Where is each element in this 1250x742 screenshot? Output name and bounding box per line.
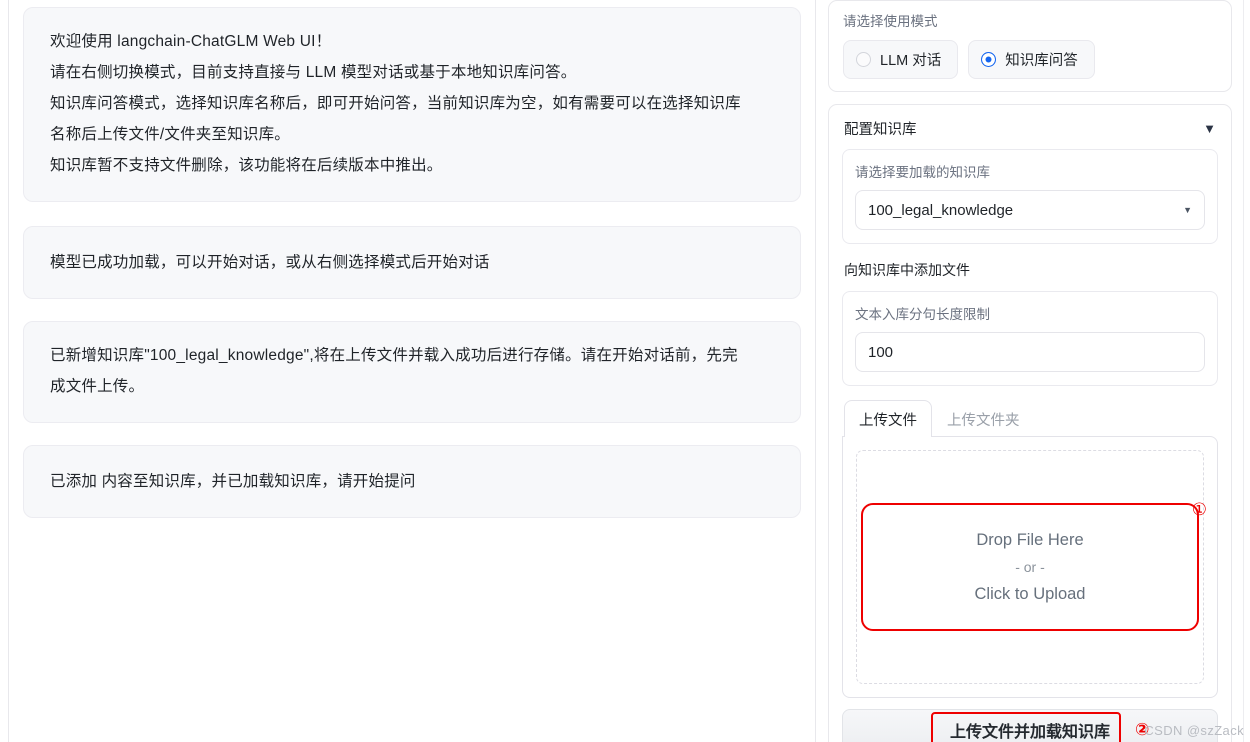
chat-line: 知识库问答模式，选择知识库名称后，即可开始问答，当前知识库为空，如有需要可以在选… xyxy=(50,95,741,112)
app-root: 欢迎使用 langchain-ChatGLM Web UI！ 请在右侧切换模式，… xyxy=(0,0,1250,742)
radio-checked-icon xyxy=(981,52,997,67)
chat-line: 成文件上传。 xyxy=(50,378,145,395)
chunk-length-value: 100 xyxy=(868,343,894,361)
chat-message-kb-loaded: 已添加 内容至知识库，并已加载知识库，请开始提问 xyxy=(23,445,801,518)
mode-option-llm-chat[interactable]: LLM 对话 xyxy=(843,40,959,79)
mode-select-card: 请选择使用模式 LLM 对话 知识库问答 xyxy=(828,0,1232,92)
annotation-number-1: ① xyxy=(1191,500,1207,519)
right-edge-divider xyxy=(1243,0,1244,742)
mode-option-label: LLM 对话 xyxy=(880,53,942,69)
watermark: CSDN @szZack xyxy=(1144,723,1244,738)
upload-tabs: 上传文件 上传文件夹 xyxy=(844,399,1218,437)
chevron-down-icon: ▼ xyxy=(1183,204,1192,215)
chat-panel: 欢迎使用 langchain-ChatGLM Web UI！ 请在右侧切换模式，… xyxy=(8,0,816,742)
chat-line: 已新增知识库"100_legal_knowledge",将在上传文件并载入成功后… xyxy=(50,347,738,364)
file-dropzone[interactable]: Drop File Here - or - Click to Upload ① xyxy=(856,450,1207,684)
chat-line: 已添加 内容至知识库，并已加载知识库，请开始提问 xyxy=(50,473,416,490)
chunk-length-box: 文本入库分句长度限制 100 xyxy=(842,291,1218,386)
click-to-upload-text: Click to Upload xyxy=(974,584,1086,603)
chunk-length-input[interactable]: 100 xyxy=(855,332,1205,372)
chat-message-welcome: 欢迎使用 langchain-ChatGLM Web UI！ 请在右侧切换模式，… xyxy=(23,7,801,202)
chat-message-kb-created: 已新增知识库"100_legal_knowledge",将在上传文件并载入成功后… xyxy=(23,321,801,423)
chunk-length-label: 文本入库分句长度限制 xyxy=(855,307,990,322)
chat-line: 模型已成功加载，可以开始对话，或从右侧选择模式后开始对话 xyxy=(50,254,490,271)
radio-unchecked-icon xyxy=(856,52,871,67)
kb-select-value: 100_legal_knowledge xyxy=(868,201,1014,219)
drop-file-here-text: Drop File Here xyxy=(976,530,1084,549)
chevron-down-icon[interactable]: ▼ xyxy=(1203,122,1216,135)
kb-select-label: 请选择要加载的知识库 xyxy=(855,165,990,180)
tab-upload-folder[interactable]: 上传文件夹 xyxy=(932,400,1035,437)
tab-upload-file[interactable]: 上传文件 xyxy=(844,400,932,437)
dropzone-or-text: - or - xyxy=(1015,558,1045,575)
chat-line: 知识库暂不支持文件删除，该功能将在后续版本中推出。 xyxy=(50,157,443,174)
chat-line: 名称后上传文件/文件夹至知识库。 xyxy=(50,126,291,143)
kb-select-box: 请选择要加载的知识库 100_legal_knowledge ▼ xyxy=(842,149,1218,244)
upload-button-label: 上传文件并加载知识库 xyxy=(949,724,1110,741)
configure-kb-title: 配置知识库 xyxy=(844,122,917,138)
mode-option-knowledge-qa[interactable]: 知识库问答 xyxy=(968,40,1095,79)
chat-line: 欢迎使用 langchain-ChatGLM Web UI！ xyxy=(50,33,332,50)
chat-message-model-loaded: 模型已成功加载，可以开始对话，或从右侧选择模式后开始对话 xyxy=(23,226,801,299)
mode-select-label: 请选择使用模式 xyxy=(843,14,938,29)
upload-tab-panel: Drop File Here - or - Click to Upload ① xyxy=(842,436,1218,698)
chat-line: 请在右侧切换模式，目前支持直接与 LLM 模型对话或基于本地知识库问答。 xyxy=(50,64,577,81)
configure-kb-header[interactable]: 配置知识库 ▼ xyxy=(842,115,1218,149)
configure-knowledge-base-card: 配置知识库 ▼ 请选择要加载的知识库 100_legal_knowledge ▼… xyxy=(828,104,1232,742)
side-panel: 请选择使用模式 LLM 对话 知识库问答 配置知识库 ▼ 请选择要加载的知识库 xyxy=(828,0,1232,742)
kb-select-dropdown[interactable]: 100_legal_knowledge ▼ xyxy=(855,190,1205,230)
mode-option-label: 知识库问答 xyxy=(1005,53,1078,69)
file-dropzone-content[interactable]: Drop File Here - or - Click to Upload ① xyxy=(861,501,1207,631)
mode-radio-group: LLM 对话 知识库问答 xyxy=(843,40,1217,79)
add-file-label: 向知识库中添加文件 xyxy=(844,262,970,278)
